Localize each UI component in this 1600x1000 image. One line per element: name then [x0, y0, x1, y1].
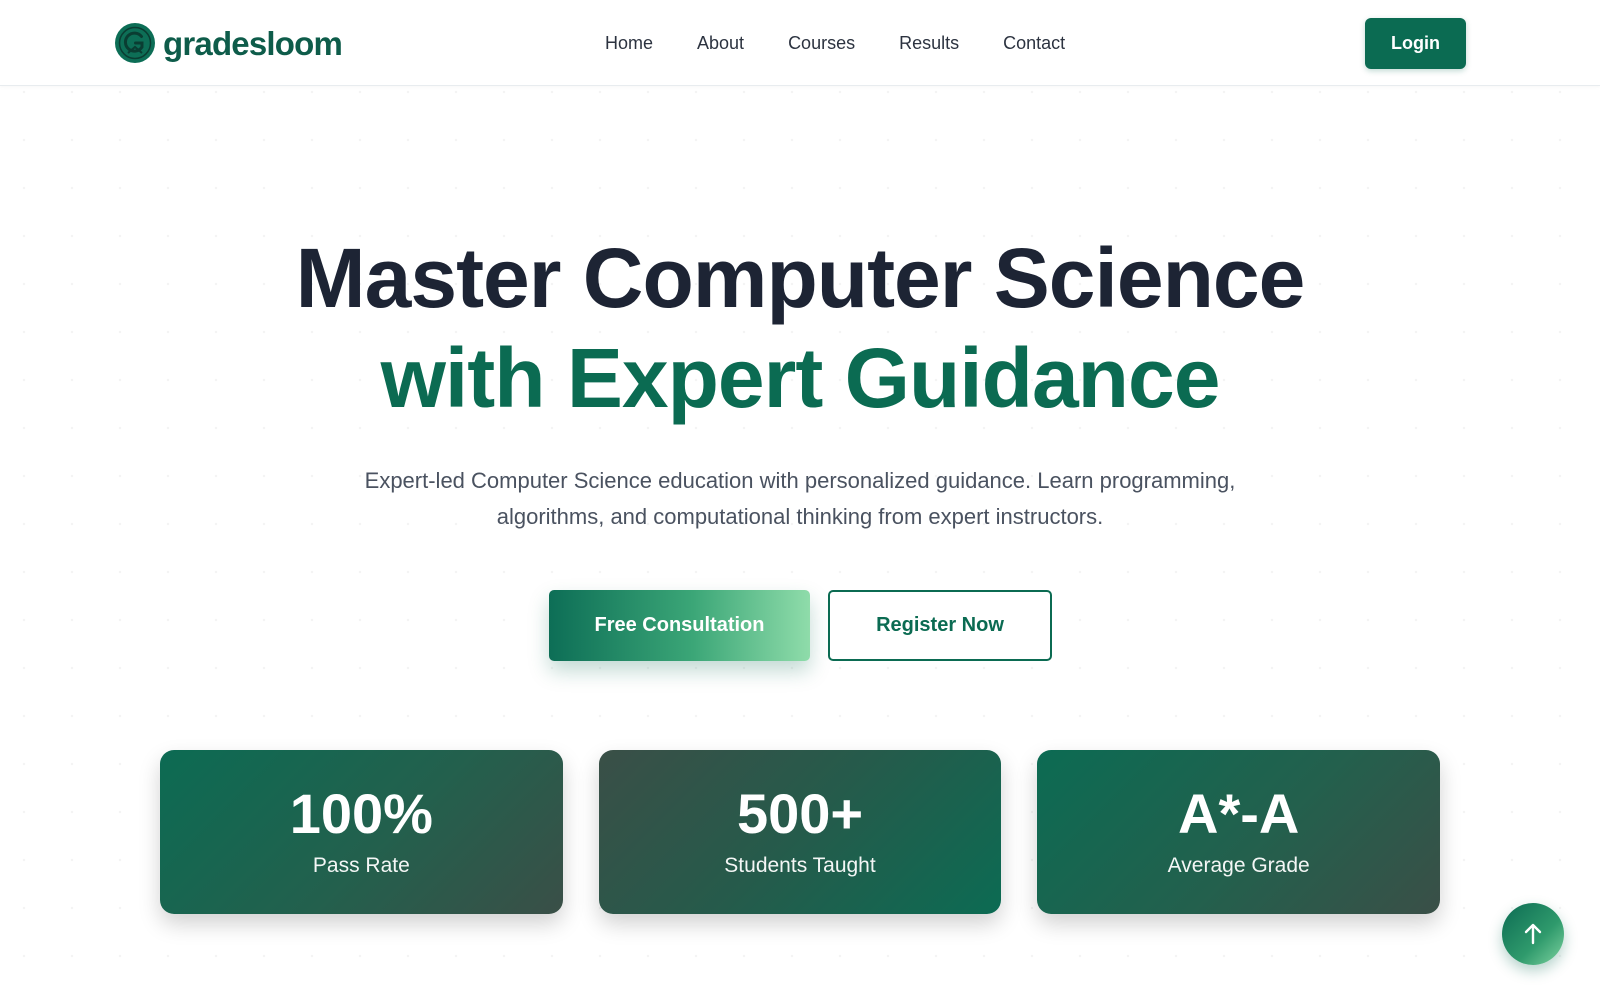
login-button[interactable]: Login: [1365, 18, 1466, 69]
hero-title: Master Computer Science with Expert Guid…: [0, 228, 1600, 428]
site-header: gradesloom Home About Courses Results Co…: [0, 0, 1600, 86]
hero-title-line2: with Expert Guidance: [380, 331, 1221, 425]
stat-value: 100%: [289, 782, 433, 845]
stat-label: Average Grade: [1167, 854, 1310, 877]
nav-item-courses[interactable]: Courses: [766, 28, 877, 58]
register-now-button[interactable]: Register Now: [828, 590, 1052, 661]
brand-name: gradesloom: [163, 24, 343, 62]
stat-card-average-grade: A*-A Average Grade: [1037, 750, 1441, 914]
stat-card-pass-rate: 100% Pass Rate: [160, 750, 563, 914]
brand-logo-link[interactable]: gradesloom: [115, 20, 343, 66]
nav-item-results[interactable]: Results: [877, 28, 981, 58]
scroll-to-top-button[interactable]: [1502, 903, 1564, 965]
stats-section: 100% Pass Rate 500+ Students Taught A*-A…: [160, 750, 1441, 914]
stat-value: A*-A: [1178, 782, 1300, 845]
hero-cta-row: Free Consultation Register Now: [549, 590, 1052, 661]
stat-label: Pass Rate: [312, 854, 410, 877]
nav-item-about[interactable]: About: [675, 28, 766, 58]
hero-title-line1: Master Computer Science: [295, 231, 1306, 325]
stat-label: Students Taught: [724, 854, 876, 877]
nav-item-contact[interactable]: Contact: [981, 28, 1087, 58]
free-consultation-button[interactable]: Free Consultation: [549, 590, 810, 661]
nav-item-home[interactable]: Home: [583, 28, 675, 58]
main-nav: Home About Courses Results Contact: [583, 28, 1087, 58]
arrow-up-icon: [1524, 923, 1542, 945]
graduation-g-logo-icon: [115, 23, 155, 63]
hero-subtitle: Expert-led Computer Science education wi…: [364, 468, 1236, 529]
stat-value: 500+: [736, 782, 864, 845]
stat-card-students-taught: 500+ Students Taught: [598, 750, 1002, 914]
